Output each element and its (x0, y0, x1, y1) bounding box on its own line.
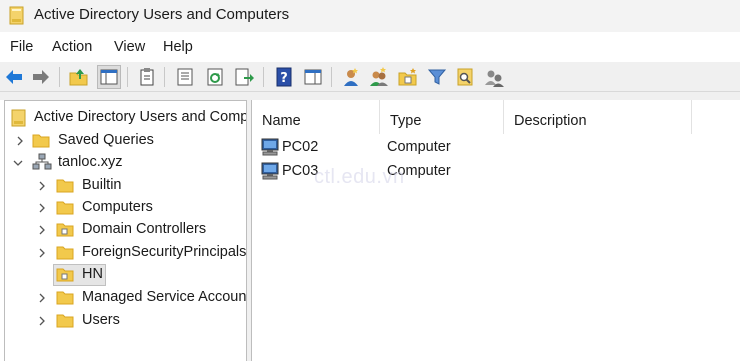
chevron-right-icon[interactable] (36, 202, 48, 214)
chevron-right-icon[interactable] (36, 292, 48, 304)
console-view-icon[interactable] (302, 66, 324, 88)
console-tree: Active Directory Users and Comp Saved Qu… (4, 100, 247, 361)
tree-item-builtin[interactable]: Builtin (5, 175, 246, 197)
properties-icon[interactable] (174, 66, 196, 88)
forward-arrow-icon[interactable] (30, 66, 52, 88)
menu-action[interactable]: Action (52, 39, 92, 55)
ou-folder-icon (56, 268, 74, 282)
tree-item-label: ForeignSecurityPrincipals (82, 244, 247, 260)
tree-item-label: Computers (82, 199, 153, 215)
tree-item-label: Domain Controllers (82, 221, 207, 237)
chevron-right-icon[interactable] (36, 180, 48, 192)
tree-item-label: Builtin (82, 177, 122, 193)
folder-icon (56, 314, 74, 328)
tree-item-users[interactable]: Users (5, 310, 246, 332)
column-header-name[interactable]: Name (252, 100, 380, 134)
tree-item-managed-service-accounts[interactable]: Managed Service Accoun (5, 287, 246, 309)
new-ou-icon[interactable] (397, 66, 419, 88)
computer-icon (261, 138, 279, 156)
export-list-icon[interactable] (233, 66, 255, 88)
ad-console-icon (11, 109, 26, 127)
chevron-down-icon[interactable] (12, 157, 24, 169)
folder-icon (56, 246, 74, 260)
menu-file[interactable]: File (10, 39, 33, 55)
svg-text:?: ? (280, 71, 288, 86)
domain-icon (32, 153, 52, 170)
watermark-text: ctl.edu.vn (314, 166, 405, 188)
clipboard-icon[interactable] (136, 66, 158, 88)
tree-item-domain-controllers[interactable]: Domain Controllers (5, 219, 246, 241)
folder-icon (32, 134, 50, 148)
title-bar: Active Directory Users and Computers (0, 0, 740, 32)
chevron-right-icon[interactable] (14, 135, 26, 147)
back-arrow-icon[interactable] (3, 66, 25, 88)
row-name: PC03 (282, 163, 319, 179)
show-console-tree-icon[interactable] (97, 65, 121, 89)
menu-bar: File Action View Help (0, 32, 740, 62)
find-icon[interactable] (454, 66, 476, 88)
toolbar: ? (0, 62, 740, 92)
new-user-icon[interactable] (340, 66, 362, 88)
tree-item-label: Active Directory Users and Comp (34, 109, 247, 125)
delegate-control-icon[interactable] (483, 66, 505, 88)
tree-item-label: HN (82, 266, 103, 282)
filter-icon[interactable] (426, 66, 448, 88)
up-folder-icon[interactable] (68, 66, 90, 88)
tree-item-hn[interactable]: HN (5, 264, 246, 286)
tree-item-foreign-security-principals[interactable]: ForeignSecurityPrincipals (5, 242, 246, 264)
row-type: Computer (387, 139, 451, 155)
tree-item-saved-queries[interactable]: Saved Queries (5, 130, 246, 152)
folder-icon (56, 201, 74, 215)
tree-item-computers[interactable]: Computers (5, 197, 246, 219)
tree-item-label: Managed Service Accoun (82, 289, 247, 305)
details-pane: Name Type Description PC02 Computer PC03… (251, 100, 740, 361)
help-icon[interactable]: ? (273, 66, 295, 88)
new-group-icon[interactable] (368, 66, 390, 88)
column-header-description[interactable]: Description (504, 100, 692, 134)
column-header-type[interactable]: Type (380, 100, 504, 134)
menu-view[interactable]: View (114, 39, 145, 55)
menu-help[interactable]: Help (163, 39, 193, 55)
row-name: PC02 (282, 139, 319, 155)
tree-item-label: Users (82, 312, 120, 328)
folder-icon (56, 291, 74, 305)
computer-icon (261, 162, 279, 180)
chevron-right-icon[interactable] (36, 315, 48, 327)
ad-console-icon (9, 6, 24, 25)
folder-icon (56, 179, 74, 193)
ou-folder-icon (56, 223, 74, 237)
tree-item-domain[interactable]: tanloc.xyz (5, 152, 246, 174)
refresh-icon[interactable] (204, 66, 226, 88)
list-row[interactable]: PC02 Computer (252, 137, 740, 159)
tree-item-label: tanloc.xyz (58, 154, 123, 170)
chevron-right-icon[interactable] (36, 247, 48, 259)
tree-item-label: Saved Queries (58, 132, 154, 148)
tree-item-root[interactable]: Active Directory Users and Comp (5, 107, 246, 129)
window-title: Active Directory Users and Computers (34, 6, 290, 23)
chevron-right-icon[interactable] (36, 224, 48, 236)
